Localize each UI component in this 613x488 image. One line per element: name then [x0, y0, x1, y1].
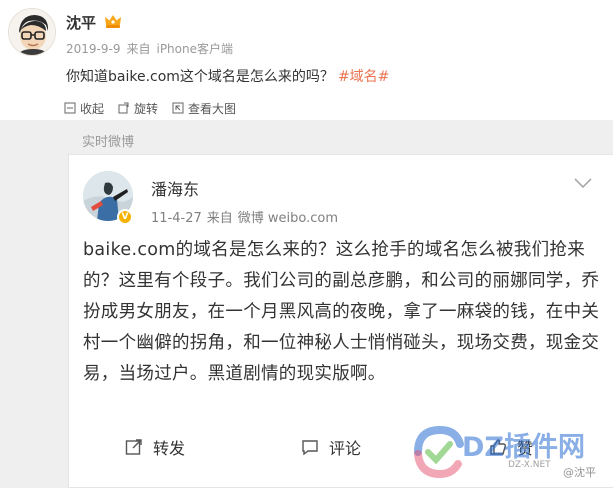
- watermark-site: DZ-X.NET: [508, 460, 551, 470]
- post-meta: 2019-9-9 来自 iPhone客户端: [66, 40, 239, 57]
- view-large-label: 查看大图: [188, 101, 237, 116]
- collapse-label: 收起: [80, 101, 105, 116]
- forward-button[interactable]: 转发: [125, 435, 185, 459]
- retweet-date[interactable]: 11-4-27: [151, 211, 202, 226]
- retweet-author-name[interactable]: 潘海东: [151, 176, 199, 200]
- forward-icon: [125, 439, 142, 455]
- post-source: iPhone客户端: [156, 42, 233, 56]
- comment-button[interactable]: 评论: [301, 435, 361, 459]
- vip-crown-icon[interactable]: [104, 13, 122, 29]
- retweet-source-prefix: 来自: [206, 211, 233, 226]
- post-body: 你知道baike.com这个域名是怎么来的吗？: [66, 69, 334, 85]
- verified-badge-icon: V: [117, 209, 133, 225]
- chevron-down-icon[interactable]: [573, 177, 593, 189]
- source-prefix: 来自: [126, 42, 151, 56]
- rotate-label: 旋转: [134, 101, 159, 116]
- image-action-bar: 收起 旋转 查看大图: [0, 96, 613, 120]
- comment-icon: [302, 440, 318, 456]
- author-name[interactable]: 沈平: [66, 12, 96, 33]
- post-date[interactable]: 2019-9-9: [66, 42, 120, 56]
- retweet-source: 微博 weibo.com: [237, 211, 339, 226]
- retweet-body: baike.com的域名是怎么来的？这么抢手的域名怎么被我们抢来的？这里有个段子…: [83, 240, 600, 384]
- rotate-icon: [118, 102, 129, 114]
- retweet-meta: 11-4-27 来自 微博 weibo.com: [151, 207, 343, 226]
- topic-link[interactable]: #域名#: [338, 69, 389, 85]
- watermark-brand: DZ插件网: [462, 432, 585, 463]
- view-large-button[interactable]: 查看大图: [172, 100, 236, 117]
- rotate-button[interactable]: 旋转: [118, 100, 158, 117]
- section-label: 实时微博: [82, 135, 135, 150]
- author-avatar[interactable]: [8, 8, 56, 56]
- comment-label: 评论: [329, 439, 362, 458]
- avatar-illustration: [9, 9, 55, 55]
- forward-label: 转发: [153, 439, 186, 458]
- collapse-icon: [64, 102, 76, 114]
- watermark-user: @沈平: [563, 466, 596, 479]
- view-large-icon: [172, 102, 184, 114]
- collapse-button[interactable]: 收起: [64, 100, 104, 117]
- post-text: 你知道baike.com这个域名是怎么来的吗？ #域名#: [66, 66, 389, 86]
